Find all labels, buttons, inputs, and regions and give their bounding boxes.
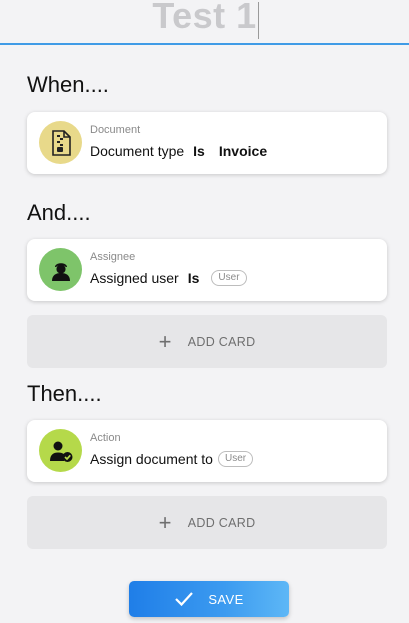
condition-card-assignee[interactable]: Assignee Assigned user Is User [27, 239, 387, 301]
plus-icon: + [158, 328, 172, 354]
check-icon [175, 592, 194, 607]
condition-card-document[interactable]: Document Document type Is Invoice [27, 112, 387, 174]
and-heading: And.... [27, 200, 91, 225]
card-condition: Assigned user Is User [90, 270, 247, 286]
condition-operator: Is [193, 143, 205, 159]
card-caption: Assignee [90, 251, 136, 263]
title-bar: Test 1 [0, 0, 409, 45]
card-condition: Document type Is Invoice [90, 143, 267, 159]
add-card-label: ADD CARD [187, 515, 256, 530]
card-action: Assign document to User [90, 451, 254, 467]
condition-operator: Is [187, 270, 200, 286]
add-card-button[interactable]: + ADD CARD [27, 315, 387, 368]
add-card-label: ADD CARD [187, 334, 256, 349]
user-pill[interactable]: User [217, 451, 254, 467]
action-text: Assign document to [90, 451, 213, 467]
user-check-icon [39, 429, 82, 472]
user-icon [39, 248, 82, 291]
when-heading: When.... [27, 72, 109, 97]
save-button[interactable]: SAVE [129, 581, 289, 617]
rule-title-input[interactable]: Test 1 [0, 0, 409, 37]
text-caret [258, 2, 259, 39]
card-caption: Document [90, 124, 141, 136]
action-card[interactable]: Action Assign document to User [27, 420, 387, 482]
condition-field: Document type [90, 143, 185, 159]
document-icon [39, 121, 82, 164]
user-pill[interactable]: User [211, 270, 247, 286]
save-label: SAVE [208, 591, 244, 607]
condition-field: Assigned user [90, 270, 179, 286]
then-heading: Then.... [27, 381, 102, 406]
condition-value: Invoice [218, 143, 268, 159]
rule-editor: Test 1 When.... Document Document type I… [0, 0, 409, 623]
card-caption: Action [90, 432, 121, 444]
plus-icon: + [158, 509, 172, 535]
add-card-button[interactable]: + ADD CARD [27, 496, 387, 549]
